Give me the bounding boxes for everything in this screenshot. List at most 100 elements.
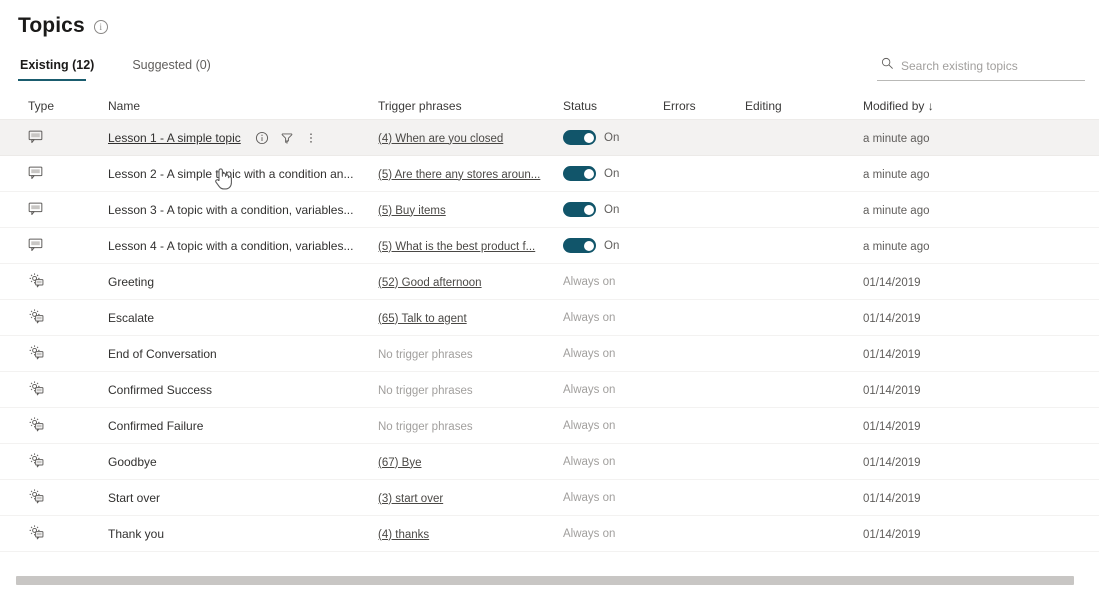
cell-type [0, 416, 108, 435]
status-toggle[interactable] [563, 166, 596, 181]
trigger-phrases-link[interactable]: (3) start over [378, 493, 443, 505]
status-toggle[interactable] [563, 130, 596, 145]
table-row[interactable]: Lesson 3 - A topic with a condition, var… [0, 192, 1099, 228]
trigger-phrases-link[interactable]: (52) Good afternoon [378, 277, 482, 289]
sort-arrow-down-icon[interactable]: ↓ [928, 99, 934, 113]
trigger-phrases-link[interactable]: (5) Are there any stores aroun... [378, 169, 540, 181]
table-row[interactable]: End of Conversation No trigger phrases Alw… [0, 336, 1099, 372]
table-row[interactable]: Goodbye (67) Bye Always on 01/14/2019 [0, 444, 1099, 480]
cell-modified-by: a minute ago [863, 239, 1099, 253]
cell-modified-by: 01/14/2019 [863, 383, 1099, 397]
trigger-phrases-link[interactable]: (5) Buy items [378, 205, 446, 217]
cell-trigger-phrases: (67) Bye [378, 455, 563, 469]
cell-status: Always on [563, 312, 663, 324]
modified-by-value: 01/14/2019 [863, 456, 921, 469]
cell-modified-by: a minute ago [863, 131, 1099, 145]
cell-trigger-phrases: (4) When are you closed [378, 131, 563, 145]
tab-suggested[interactable]: Suggested (0) [130, 54, 225, 81]
cell-trigger-phrases: (3) start over [378, 491, 563, 505]
column-header-editing[interactable]: Editing [745, 99, 863, 113]
cell-type [0, 380, 108, 399]
system-topic-icon [28, 452, 44, 471]
table-row[interactable]: Start over (3) start over Always on 01/14/2… [0, 480, 1099, 516]
cell-modified-by: 01/14/2019 [863, 455, 1099, 469]
table-body: Lesson 1 - A simple topic (4) When are yo… [0, 120, 1099, 552]
status-label: On [604, 131, 620, 144]
info-circle-icon[interactable]: i [93, 20, 108, 34]
cell-status: On [563, 166, 663, 181]
cell-name: Confirmed Success [108, 383, 378, 397]
cell-type [0, 452, 108, 471]
topic-name-label: Greeting [108, 274, 155, 289]
column-header-name[interactable]: Name [108, 99, 378, 113]
table-row[interactable]: Confirmed Failure No trigger phrases Alway… [0, 408, 1099, 444]
modified-by-value: 01/14/2019 [863, 384, 921, 397]
table-row[interactable]: Confirmed Success No trigger phrases Alway… [0, 372, 1099, 408]
more-vertical-icon[interactable] [305, 131, 317, 145]
chat-bubble-icon [28, 165, 43, 183]
column-header-trigger[interactable]: Trigger phrases [378, 99, 563, 113]
table-row[interactable]: Thank you (4) thanks Always on 01/14/2019 [0, 516, 1099, 552]
table-row[interactable]: Lesson 1 - A simple topic (4) When are yo… [0, 120, 1099, 156]
table-row[interactable]: Greeting (52) Good afternoon Always on 01/1… [0, 264, 1099, 300]
column-header-modified-by[interactable]: Modified by ↓ [863, 99, 1099, 113]
topic-name-link[interactable]: Lesson 1 - A simple topic [108, 131, 241, 145]
table-header-row: Type Name Trigger phrases Status Errors … [0, 90, 1099, 120]
topic-name-label: Goodbye [108, 454, 157, 469]
cell-name: Lesson 3 - A topic with a condition, var… [108, 203, 378, 217]
column-header-errors[interactable]: Errors [663, 99, 745, 113]
scrollbar-track[interactable] [16, 576, 1085, 585]
search-box[interactable] [877, 54, 1085, 81]
status-label: Always on [563, 311, 616, 324]
cell-modified-by: 01/14/2019 [863, 527, 1099, 541]
cell-modified-by: 01/14/2019 [863, 347, 1099, 361]
status-label: On [604, 239, 620, 252]
column-header-status[interactable]: Status [563, 99, 663, 113]
trigger-phrases-link[interactable]: (4) thanks [378, 529, 429, 541]
cell-type [0, 201, 108, 219]
cell-type [0, 129, 108, 147]
cell-trigger-phrases: (5) What is the best product f... [378, 239, 563, 253]
cell-trigger-phrases: No trigger phrases [378, 419, 563, 433]
cell-name: End of Conversation [108, 347, 378, 361]
status-label: Always on [563, 275, 616, 288]
cell-type [0, 308, 108, 327]
column-header-modified-by-label: Modified by [863, 99, 925, 113]
trigger-phrases-link[interactable]: (5) What is the best product f... [378, 241, 535, 253]
modified-by-value: a minute ago [863, 132, 930, 145]
trigger-phrases-link[interactable]: (65) Talk to agent [378, 313, 467, 325]
horizontal-scrollbar[interactable] [0, 576, 1099, 588]
trigger-phrases-empty-label: No trigger phrases [378, 348, 473, 361]
topics-table: Type Name Trigger phrases Status Errors … [0, 90, 1099, 552]
table-row[interactable]: Lesson 2 - A simple topic with a conditi… [0, 156, 1099, 192]
row-actions [255, 131, 317, 145]
table-row[interactable]: Lesson 4 - A topic with a condition, var… [0, 228, 1099, 264]
search-input[interactable] [901, 59, 1083, 73]
chat-bubble-icon [28, 129, 43, 147]
topic-name-label: Confirmed Failure [108, 418, 204, 433]
status-label: Always on [563, 527, 616, 540]
trigger-phrases-link[interactable]: (67) Bye [378, 457, 421, 469]
status-label: Always on [563, 455, 616, 468]
cell-modified-by: 01/14/2019 [863, 275, 1099, 289]
funnel-icon[interactable] [280, 131, 294, 145]
scrollbar-thumb[interactable] [16, 576, 1075, 585]
status-toggle[interactable] [563, 238, 596, 253]
topic-name-label: Start over [108, 490, 161, 505]
cell-type [0, 344, 108, 363]
column-header-type[interactable]: Type [0, 99, 108, 113]
cell-trigger-phrases: (65) Talk to agent [378, 311, 563, 325]
trigger-phrases-link[interactable]: (4) When are you closed [378, 133, 503, 145]
status-toggle[interactable] [563, 202, 596, 217]
cell-type [0, 524, 108, 543]
table-row[interactable]: Escalate (65) Talk to agent Always on 01/14… [0, 300, 1099, 336]
status-label: Always on [563, 383, 616, 396]
search-icon [881, 57, 894, 75]
cell-trigger-phrases: (5) Buy items [378, 203, 563, 217]
cell-status: Always on [563, 528, 663, 540]
toggle-knob [583, 204, 594, 215]
tab-existing[interactable]: Existing (12) [18, 54, 108, 81]
cell-modified-by: a minute ago [863, 203, 1099, 217]
info-circle-icon[interactable] [255, 131, 269, 145]
cell-name: Escalate [108, 311, 378, 325]
